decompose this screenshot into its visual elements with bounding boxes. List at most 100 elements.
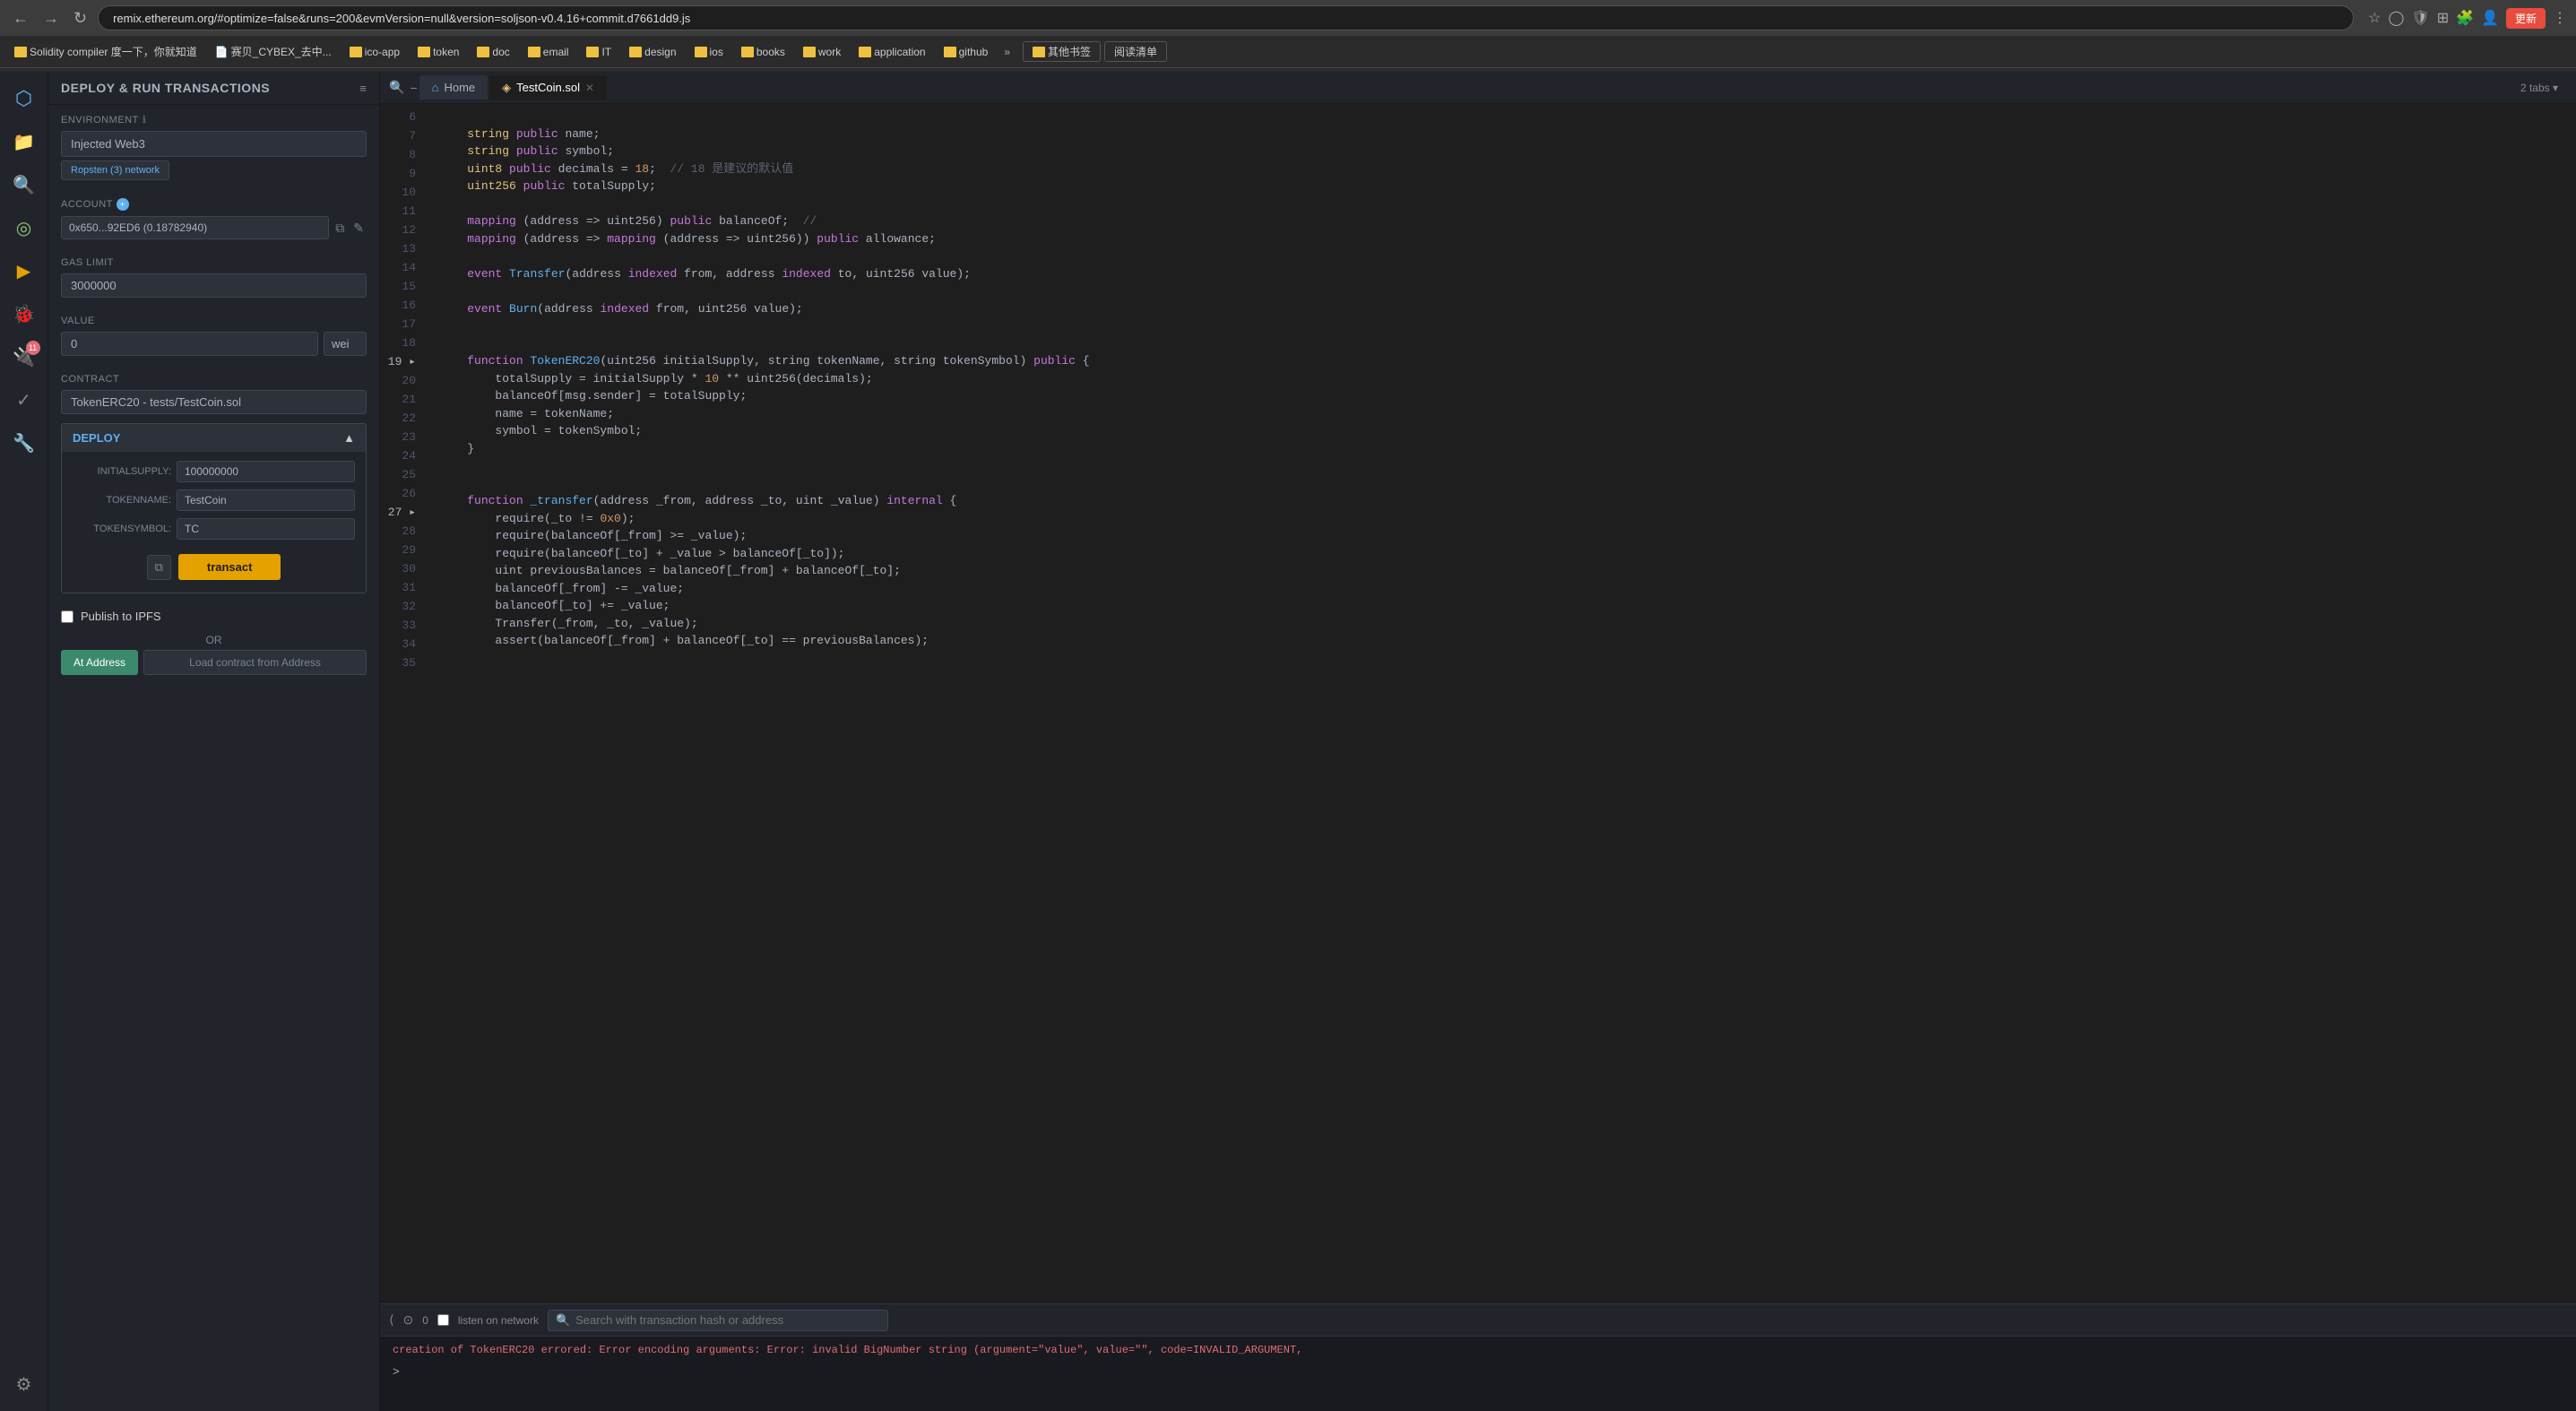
accordion-header[interactable]: DEPLOY ▲ <box>62 424 366 452</box>
param-input-tokenname[interactable] <box>177 489 355 511</box>
value-row: wei gwei ether <box>61 332 367 356</box>
plugin-badge: 11 <box>26 341 40 355</box>
bookmark-design[interactable]: design <box>622 44 683 60</box>
account-info-icon[interactable]: + <box>117 198 129 211</box>
param-label-tokensymbol: TOKENSYMBOL: <box>73 524 171 534</box>
terminal-toolbar: ⟨ ⊙ 0 listen on network 🔍 <box>380 1304 2576 1337</box>
bookmark-work[interactable]: work <box>796 44 848 60</box>
refresh-button[interactable]: ↻ <box>70 5 91 31</box>
load-contract-button[interactable]: Load contract from Address <box>143 650 367 675</box>
value-input[interactable] <box>61 332 318 356</box>
bookmark-solidity[interactable]: Solidity compiler 度一下，你就知道 <box>7 42 204 61</box>
profile-icon[interactable]: 👤 <box>2481 9 2499 27</box>
terminal-history-button[interactable]: ⊙ <box>402 1312 413 1328</box>
account-select[interactable]: 0x650...92ED6 (0.18782940) <box>61 216 329 239</box>
code-line-7: string public symbol; <box>439 144 614 158</box>
forward-button[interactable]: → <box>39 5 63 31</box>
terminal-prompt: > <box>380 1363 2576 1381</box>
tab-home[interactable]: ⌂ Home <box>419 75 488 100</box>
param-input-initialsupply[interactable] <box>177 461 355 482</box>
bookmark-doc[interactable]: doc <box>470 44 516 60</box>
line-num-16: 16 <box>380 296 425 315</box>
tab-close-icon[interactable]: ✕ <box>585 82 594 94</box>
at-address-button[interactable]: At Address <box>61 650 138 675</box>
bookmark-label: token <box>433 46 459 58</box>
bookmark-ico[interactable]: ico-app <box>342 44 407 60</box>
folder-icon <box>1033 47 1045 57</box>
unit-select[interactable]: wei gwei ether <box>324 332 367 356</box>
sidebar-item-files[interactable]: 📁 <box>6 124 42 160</box>
code-line-11: mapping (address => uint256) public bala… <box>439 214 817 228</box>
line-num-33: 33 <box>380 616 425 635</box>
bookmark-label: 阅读清单 <box>1114 44 1157 59</box>
line-num-19: 19 ▸ <box>380 352 425 371</box>
sidebar-item-settings[interactable]: ⚙ <box>6 1366 42 1402</box>
gas-limit-label: GAS LIMIT <box>61 257 367 268</box>
bookmark-label: email <box>543 46 569 58</box>
code-line-21: balanceOf[msg.sender] = totalSupply; <box>439 389 747 403</box>
bookmark-books[interactable]: books <box>734 44 792 60</box>
publish-ipfs-checkbox[interactable] <box>61 610 73 623</box>
code-area: 6 7 8 9 10 11 12 13 14 15 16 17 18 19 ▸ … <box>380 104 2576 1303</box>
puzzle-icon[interactable]: ⊞ <box>2437 9 2449 27</box>
line-num-12: 12 <box>380 221 425 239</box>
info-icon[interactable]: ℹ <box>143 114 147 126</box>
gas-limit-input[interactable] <box>61 273 367 298</box>
star-icon[interactable]: ☆ <box>2368 9 2381 27</box>
bookmark-reading-list[interactable]: 阅读清单 <box>1104 41 1167 62</box>
address-bar[interactable]: remix.ethereum.org/#optimize=false&runs=… <box>98 5 2354 30</box>
bookmark-application[interactable]: application <box>851 44 932 60</box>
code-content[interactable]: string public name; string public symbol… <box>425 104 2576 1303</box>
bookmark-token[interactable]: token <box>411 44 466 60</box>
edit-account-button[interactable]: ✎ <box>350 218 367 238</box>
terminal-collapse-button[interactable]: ⟨ <box>389 1312 393 1328</box>
network-badge: Ropsten (3) network <box>61 160 169 180</box>
sidebar-item-test[interactable]: ✓ <box>6 382 42 418</box>
copy-account-button[interactable]: ⧉ <box>333 218 347 238</box>
environment-select[interactable]: Injected Web3 <box>61 131 367 157</box>
code-line-32: balanceOf[_from] -= _value; <box>439 582 684 595</box>
sidebar-item-plugin[interactable]: ⬡ <box>6 81 42 117</box>
value-section: VALUE wei gwei ether <box>48 307 379 365</box>
folder-icon <box>528 47 540 57</box>
extensions-icon[interactable]: 🧩 <box>2456 9 2474 27</box>
sidebar-item-search[interactable]: 🔍 <box>6 167 42 203</box>
listen-network-checkbox[interactable] <box>437 1314 449 1326</box>
shield-icon[interactable]: 🛡 <box>2411 9 2429 27</box>
transact-button[interactable]: transact <box>178 554 281 580</box>
terminal-search-box[interactable]: 🔍 <box>548 1310 888 1331</box>
menu-icon[interactable]: ⋮ <box>2553 9 2567 27</box>
sidebar-item-tools[interactable]: 🔧 <box>6 425 42 461</box>
zoom-minus-icon[interactable]: − <box>410 81 417 95</box>
bookmark-other-books[interactable]: 其他书签 <box>1023 41 1101 62</box>
bookmark-github[interactable]: github <box>937 44 996 60</box>
main-layout: ⬡ 📁 🔍 ◎ ▶ 🐞 🔌 11 ✓ 🔧 ⚙ <box>0 72 2576 1411</box>
code-line-20: totalSupply = initialSupply * 10 ** uint… <box>439 372 873 385</box>
terminal-search-input[interactable] <box>575 1313 844 1327</box>
bookmark-it[interactable]: IT <box>579 44 618 60</box>
sidebar-item-debug[interactable]: 🐞 <box>6 296 42 332</box>
or-divider: OR <box>48 630 379 650</box>
param-input-tokensymbol[interactable] <box>177 518 355 540</box>
line-num-6: 6 <box>380 108 425 126</box>
tab-testcoin[interactable]: ◈ TestCoin.sol ✕ <box>489 75 607 100</box>
sidebar-item-git[interactable]: ◎ <box>6 210 42 246</box>
tab-count[interactable]: 2 tabs ▾ <box>2511 78 2567 98</box>
contract-select[interactable]: TokenERC20 - tests/TestCoin.sol <box>61 390 367 414</box>
sidebar-item-deploy[interactable]: ▶ <box>6 253 42 289</box>
bookmark-cybex[interactable]: 📄 赛贝_CYBEX_去中... <box>208 42 339 61</box>
bookmark-more[interactable]: » <box>998 44 1016 60</box>
user-icon[interactable]: ◯ <box>2389 9 2405 27</box>
bookmark-ios[interactable]: ios <box>687 44 730 60</box>
panel-menu-icon[interactable]: ≡ <box>359 82 367 95</box>
code-line-12: mapping (address => mapping (address => … <box>439 232 936 246</box>
update-button[interactable]: 更新 <box>2506 8 2546 29</box>
at-address-row: At Address Load contract from Address <box>48 650 379 688</box>
accordion-collapse-icon: ▲ <box>343 431 355 445</box>
sidebar-item-plugins[interactable]: 🔌 11 <box>6 339 42 375</box>
back-button[interactable]: ← <box>9 5 32 31</box>
search-tabs-icon[interactable]: 🔍 <box>389 80 404 95</box>
copy-transact-button[interactable]: ⧉ <box>147 555 171 580</box>
bookmark-email[interactable]: email <box>521 44 576 60</box>
line-num-25: 25 <box>380 465 425 484</box>
